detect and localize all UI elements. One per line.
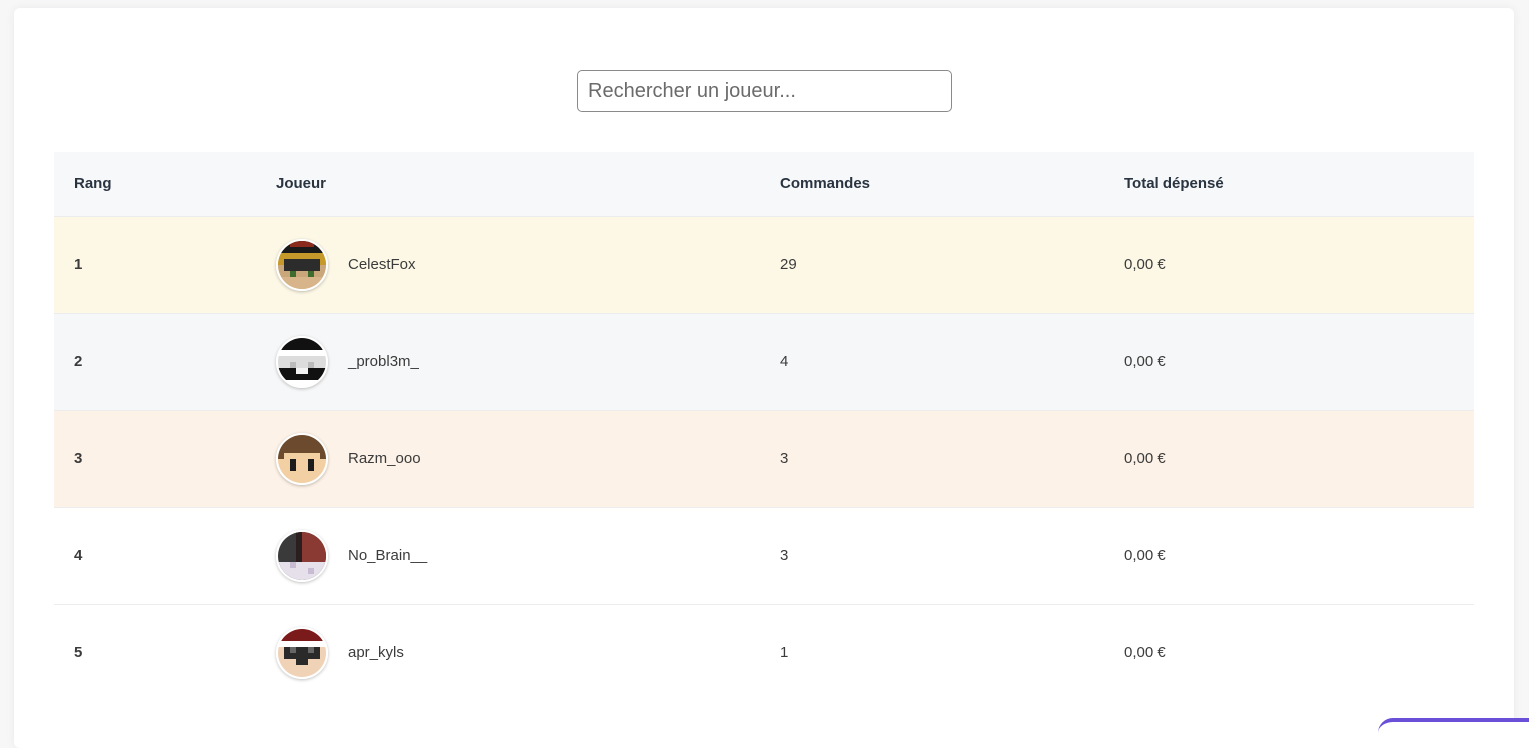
table-header-row: Rang Joueur Commandes Total dépensé	[54, 152, 1474, 216]
orders-cell: 4	[780, 353, 789, 370]
player-cell: CelestFox	[256, 216, 760, 313]
header-player: Joueur	[276, 175, 327, 193]
header-total: Total dépensé	[1124, 175, 1224, 193]
rank-cell: 3	[74, 450, 83, 467]
header-orders: Commandes	[780, 175, 871, 193]
player-cell: No_Brain__	[256, 507, 760, 604]
total-cell: 0,00 €	[1124, 256, 1166, 273]
player-name: No_Brain__	[348, 547, 428, 564]
player-name: CelestFox	[348, 256, 416, 273]
orders-cell: 3	[780, 547, 789, 564]
player-cell: Razm_ooo	[256, 410, 760, 507]
player-avatar	[276, 626, 328, 679]
player-avatar	[276, 529, 328, 582]
leaderboard-card: Rang Joueur Commandes Total dépensé 1	[14, 8, 1514, 748]
rank-cell: 4	[74, 547, 83, 564]
player-name: _probl3m_	[348, 353, 419, 370]
total-cell: 0,00 €	[1124, 547, 1166, 564]
header-rank: Rang	[74, 175, 112, 193]
chat-widget-button[interactable]	[1378, 718, 1529, 748]
table-row: 3 Razm_ooo 3 0,00 €	[54, 410, 1474, 507]
total-cell: 0,00 €	[1124, 353, 1166, 370]
table-row: 2 _probl3m_ 4 0,00 €	[54, 313, 1474, 410]
player-cell: apr_kyls	[256, 604, 760, 701]
total-cell: 0,00 €	[1124, 644, 1166, 662]
player-avatar	[276, 432, 328, 485]
leaderboard-table: Rang Joueur Commandes Total dépensé 1 Ce…	[54, 152, 1474, 701]
orders-cell: 29	[780, 256, 797, 273]
orders-cell: 3	[780, 450, 789, 467]
table-row: 4 No_Brain__ 3 0,00 €	[54, 507, 1474, 604]
rank-cell: 1	[74, 256, 83, 273]
rank-cell: 5	[74, 644, 83, 662]
player-name: Razm_ooo	[348, 450, 421, 467]
player-avatar	[276, 335, 328, 388]
total-cell: 0,00 €	[1124, 450, 1166, 467]
player-cell: _probl3m_	[256, 313, 760, 410]
rank-cell: 2	[74, 353, 83, 370]
table-row: 5 apr_kyls 1 0,00 €	[54, 604, 1474, 701]
player-avatar	[276, 238, 328, 291]
search-input[interactable]	[577, 70, 952, 112]
orders-cell: 1	[780, 644, 789, 662]
table-row: 1 CelestFox 29 0,00 €	[54, 216, 1474, 313]
player-name: apr_kyls	[348, 644, 404, 662]
